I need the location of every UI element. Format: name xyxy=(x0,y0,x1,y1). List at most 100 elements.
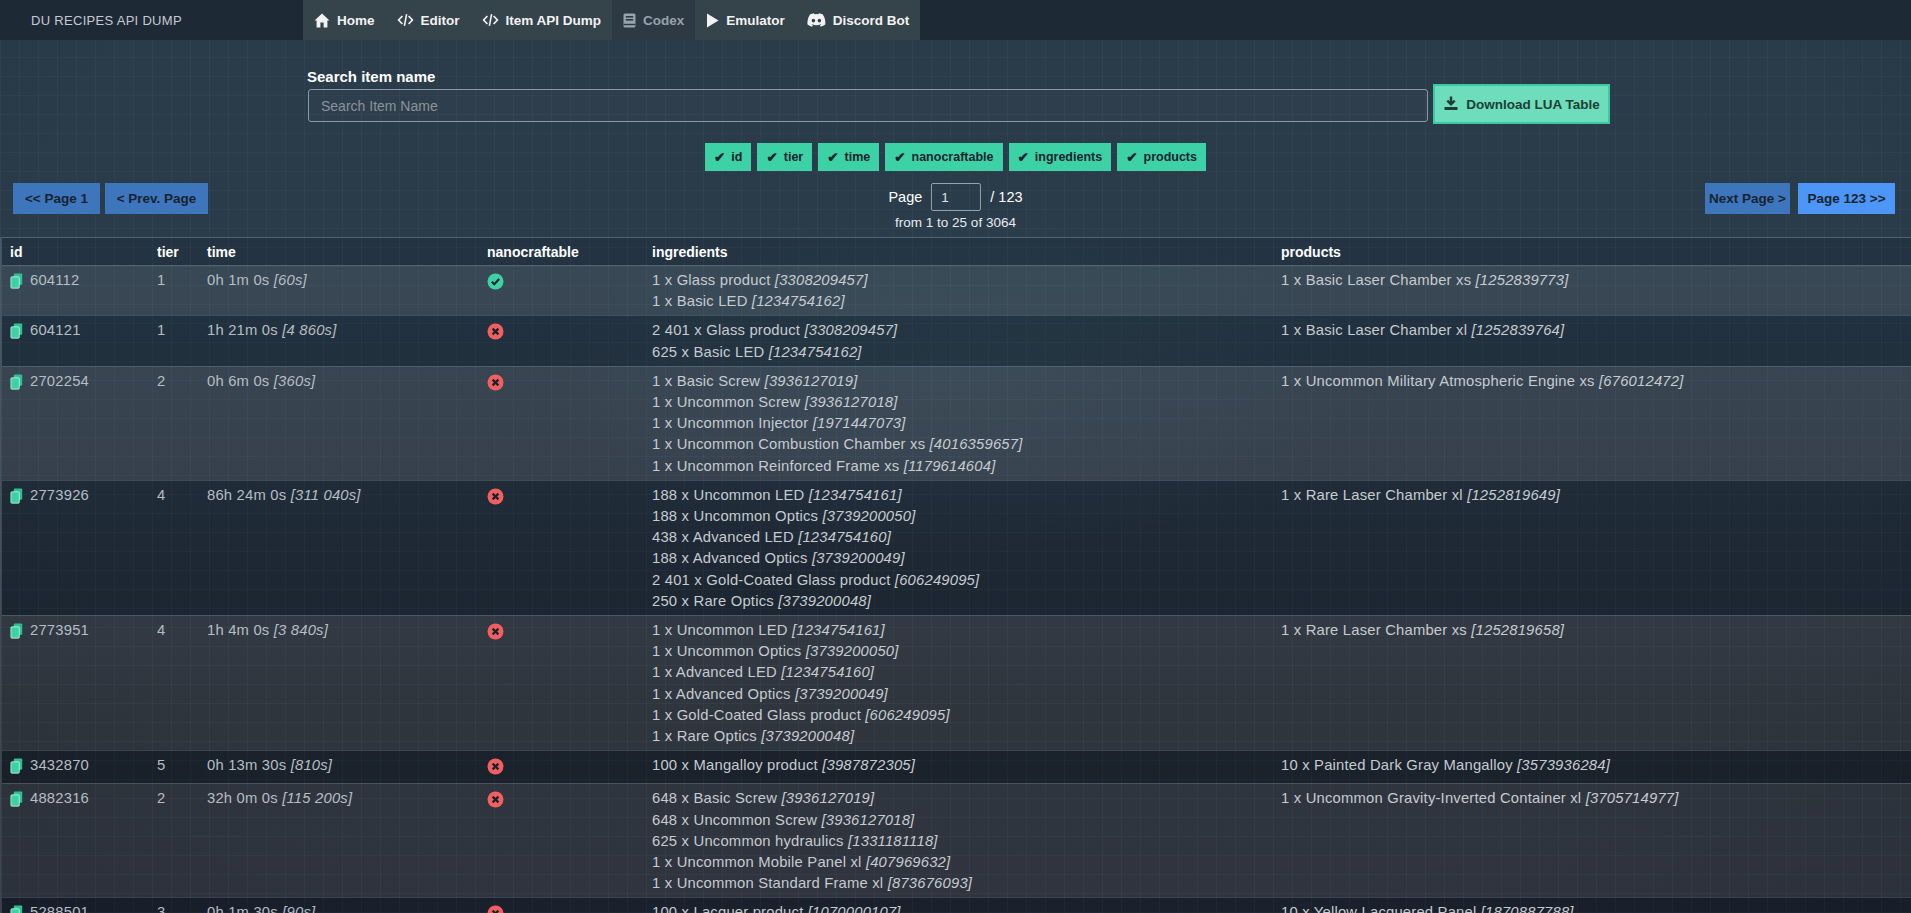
ingredients-cell: 188 x Uncommon LED [1234754161]188 x Unc… xyxy=(652,485,1281,612)
page-range-info: from 1 to 25 of 3064 xyxy=(895,215,1016,230)
nav-item-editor[interactable]: Editor xyxy=(386,0,471,40)
column-header-time: time xyxy=(207,244,487,260)
nav-item-item-api-dump[interactable]: Item API Dump xyxy=(471,0,613,40)
item-id: 604121 xyxy=(30,320,81,341)
id-cell: 604112 xyxy=(10,270,157,312)
download-icon xyxy=(1443,96,1459,112)
table-row: 343287050h 13m 30s [810s]100 x Mangalloy… xyxy=(2,750,1911,783)
product-line: 10 x Yellow Lacquered Panel [1870887788] xyxy=(1281,902,1911,913)
copy-icon[interactable] xyxy=(10,371,23,396)
ingredients-cell: 100 x Lacquer product [1070000107] xyxy=(652,902,1281,913)
id-cell: 2773951 xyxy=(10,620,157,747)
ingredient-line: 625 x Uncommon hydraulics [1331181118] xyxy=(652,831,1281,852)
item-id: 604112 xyxy=(30,270,79,291)
item-id: 2773951 xyxy=(30,620,89,641)
ingredient-line: 1 x Glass product [3308209457] xyxy=(652,270,1281,291)
time-cell: 32h 0m 0s [115 200s] xyxy=(207,788,487,894)
id-cell: 4882316 xyxy=(10,788,157,894)
first-page-button[interactable]: << Page 1 xyxy=(13,183,100,214)
id-cell: 2773926 xyxy=(10,485,157,612)
check-icon: ✔ xyxy=(714,149,725,165)
ingredients-cell: 2 401 x Glass product [3308209457]625 x … xyxy=(652,320,1281,362)
filter-toggle-time[interactable]: ✔time xyxy=(818,143,879,171)
item-id: 2702254 xyxy=(30,371,89,392)
nanocraftable-cell xyxy=(487,755,652,780)
nav-item-home[interactable]: Home xyxy=(303,0,386,40)
filter-toggle-tier[interactable]: ✔tier xyxy=(757,143,812,171)
ingredient-line: 250 x Rare Optics [3739200048] xyxy=(652,591,1281,612)
copy-icon[interactable] xyxy=(10,788,23,813)
table-header: idtiertimenanocraftableingredientsproduc… xyxy=(2,237,1911,266)
last-page-button[interactable]: Page 123 >> xyxy=(1798,183,1895,214)
tier-cell: 2 xyxy=(157,788,207,894)
download-lua-button[interactable]: Download LUA Table xyxy=(1433,84,1610,124)
nanocraftable-no-icon xyxy=(487,623,652,644)
ingredients-cell: 100 x Mangalloy product [3987872305] xyxy=(652,755,1281,780)
copy-icon[interactable] xyxy=(10,620,23,645)
tier-cell: 3 xyxy=(157,902,207,913)
home-icon xyxy=(314,13,330,28)
tier-cell: 1 xyxy=(157,320,207,362)
product-line: 1 x Uncommon Gravity-Inverted Container … xyxy=(1281,788,1911,809)
tier-cell: 2 xyxy=(157,371,207,477)
copy-icon[interactable] xyxy=(10,270,23,295)
table-row: 270225420h 6m 0s [360s]1 x Basic Screw [… xyxy=(2,366,1911,480)
id-cell: 3432870 xyxy=(10,755,157,780)
filter-toggle-ingredients[interactable]: ✔ingredients xyxy=(1009,143,1112,171)
products-cell: 10 x Painted Dark Gray Mangalloy [357393… xyxy=(1281,755,1911,780)
check-icon: ✔ xyxy=(766,149,777,165)
item-id: 2773926 xyxy=(30,485,89,506)
time-cell: 0h 13m 30s [810s] xyxy=(207,755,487,780)
ingredients-cell: 1 x Basic Screw [3936127019]1 x Uncommon… xyxy=(652,371,1281,477)
nanocraftable-cell xyxy=(487,620,652,747)
time-cell: 1h 21m 0s [4 860s] xyxy=(207,320,487,362)
recipes-table: idtiertimenanocraftableingredientsproduc… xyxy=(0,237,1911,913)
product-line: 1 x Rare Laser Chamber xl [1252819649] xyxy=(1281,485,1911,506)
ingredient-line: 188 x Uncommon LED [1234754161] xyxy=(652,485,1281,506)
page-label: Page xyxy=(888,189,922,205)
nav-item-discord-bot[interactable]: Discord Bot xyxy=(796,0,921,40)
code-icon xyxy=(397,13,414,27)
ingredient-line: 1 x Basic LED [1234754162] xyxy=(652,291,1281,312)
id-cell: 2702254 xyxy=(10,371,157,477)
search-input[interactable] xyxy=(308,89,1428,122)
copy-icon[interactable] xyxy=(10,902,23,913)
nanocraftable-cell xyxy=(487,270,652,312)
ingredient-line: 2 401 x Glass product [3308209457] xyxy=(652,320,1281,341)
nav-menu: HomeEditorItem API DumpCodexEmulatorDisc… xyxy=(303,0,920,40)
id-cell: 604121 xyxy=(10,320,157,362)
nanocraftable-no-icon xyxy=(487,905,652,913)
nav-item-codex[interactable]: Codex xyxy=(612,0,695,40)
tier-cell: 1 xyxy=(157,270,207,312)
navbar: DU RECIPES API DUMP HomeEditorItem API D… xyxy=(0,0,1911,40)
prev-page-button[interactable]: < Prev. Page xyxy=(105,183,208,214)
brand-title: DU RECIPES API DUMP xyxy=(31,0,182,40)
ingredient-line: 1 x Uncommon Screw [3936127018] xyxy=(652,392,1281,413)
products-cell: 10 x Yellow Lacquered Panel [1870887788] xyxy=(1281,902,1911,913)
page-number-input[interactable] xyxy=(931,183,981,211)
ingredients-cell: 648 x Basic Screw [3936127019]648 x Unco… xyxy=(652,788,1281,894)
next-page-button[interactable]: Next Page > xyxy=(1705,183,1790,214)
filter-toggle-products[interactable]: ✔products xyxy=(1117,143,1206,171)
item-id: 4882316 xyxy=(30,788,89,809)
nanocraftable-no-icon xyxy=(487,374,652,395)
play-icon xyxy=(706,13,719,28)
nav-item-emulator[interactable]: Emulator xyxy=(695,0,796,40)
copy-icon[interactable] xyxy=(10,755,23,780)
table-row: 2773926486h 24m 0s [311 040s]188 x Uncom… xyxy=(2,480,1911,615)
nanocraftable-no-icon xyxy=(487,791,652,812)
ingredient-line: 1 x Uncommon Injector [1971447073] xyxy=(652,413,1281,434)
copy-icon[interactable] xyxy=(10,320,23,345)
ingredients-cell: 1 x Glass product [3308209457]1 x Basic … xyxy=(652,270,1281,312)
nanocraftable-cell xyxy=(487,902,652,913)
nanocraftable-yes-icon xyxy=(487,273,652,294)
table-row: 604121 11h 21m 0s [4 860s] 2 401 x Glass p… xyxy=(2,315,1911,365)
copy-icon[interactable] xyxy=(10,485,23,510)
filter-toggle-id[interactable]: ✔id xyxy=(705,143,751,171)
products-cell: 1 x Rare Laser Chamber xl [1252819649] xyxy=(1281,485,1911,612)
ingredient-line: 188 x Uncommon Optics [3739200050] xyxy=(652,506,1281,527)
ingredient-line: 2 401 x Gold-Coated Glass product [60624… xyxy=(652,570,1281,591)
filter-toggle-nanocraftable[interactable]: ✔nanocraftable xyxy=(885,143,1002,171)
table-row: 4882316 232h 0m 0s [115 200s] 648 x Basic … xyxy=(2,783,1911,897)
discord-icon xyxy=(807,13,826,28)
